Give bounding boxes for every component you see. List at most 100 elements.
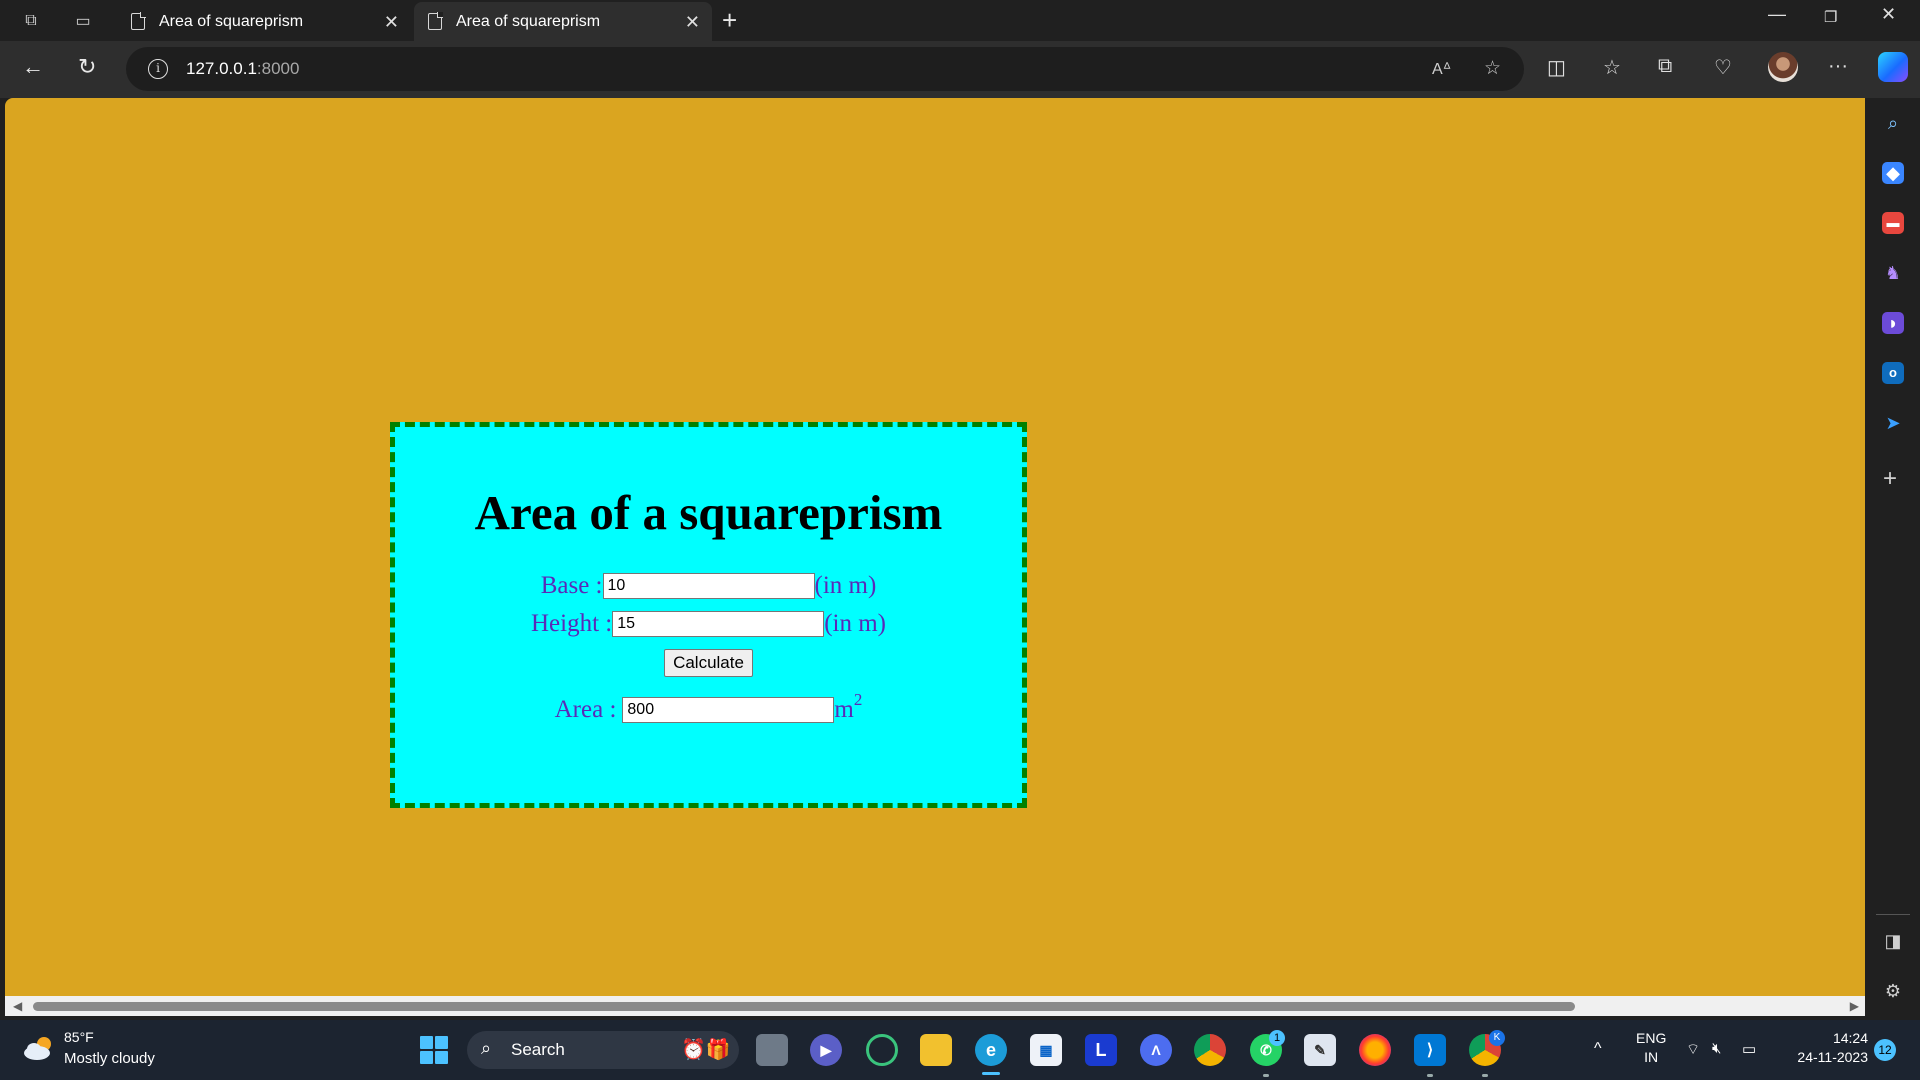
document-editor-icon[interactable]: ✎ — [1304, 1034, 1336, 1066]
favorite-star-icon[interactable]: ☆ — [1484, 57, 1501, 80]
whatsapp-badge: 1 — [1269, 1030, 1285, 1046]
start-windows-icon[interactable] — [420, 1036, 448, 1064]
edge-sidebar: ⌕ ◆ ▬ ♞ ◗ o ➤ + ◨ ⚙ — [1866, 98, 1920, 1016]
scrollbar-thumb[interactable] — [33, 1002, 1575, 1011]
calculate-button[interactable]: Calculate — [664, 649, 753, 677]
whatsapp-running-indicator — [1263, 1074, 1269, 1077]
search-icon[interactable]: ⌕ — [1882, 112, 1904, 134]
browser-title-bar: ⧉ ▭ Area of squareprism ✕ Area of square… — [0, 0, 1920, 41]
battery-icon[interactable]: ▭ — [1742, 1040, 1756, 1058]
wifi-icon[interactable]: ⌔ — [1686, 1040, 1700, 1059]
l-app-icon[interactable]: L — [1085, 1034, 1117, 1066]
search-label: Search — [511, 1040, 565, 1059]
area-unit-exponent: 2 — [853, 690, 863, 709]
tab-2-active[interactable]: Area of squareprism ✕ — [414, 2, 712, 41]
drop-send-icon[interactable]: ➤ — [1882, 412, 1904, 434]
speaker-muted-icon[interactable]: 🔇︎ — [1712, 1040, 1721, 1057]
clock-date: 24-11-2023 — [1797, 1049, 1868, 1065]
notification-count-badge[interactable]: 12 — [1874, 1039, 1896, 1061]
edge-active-indicator — [982, 1072, 1000, 1075]
vscode-running-indicator — [1427, 1074, 1433, 1077]
sidebar-divider — [1876, 914, 1910, 915]
games-chess-icon[interactable]: ♞ — [1882, 262, 1904, 284]
height-unit: (in m) — [824, 610, 887, 637]
arc-app-icon[interactable]: Λ — [1140, 1034, 1172, 1066]
search-icon: ⌕ — [481, 1038, 492, 1058]
split-screen-icon[interactable]: ◫ — [1547, 55, 1566, 80]
language-region: IN — [1644, 1049, 1659, 1065]
base-unit: (in m) — [814, 572, 877, 599]
height-label: Height : — [530, 610, 613, 637]
tab-title: Area of squareprism — [159, 12, 304, 30]
minimize-icon[interactable]: — — [1768, 4, 1786, 25]
show-hidden-icons-chevron-icon[interactable]: ^ — [1594, 1040, 1602, 1058]
chrome-running-indicator — [1482, 1074, 1488, 1077]
scroll-left-icon[interactable]: ◀ — [13, 999, 22, 1013]
sidebar-settings-gear-icon[interactable]: ⚙ — [1882, 980, 1904, 1002]
weather-description[interactable]: Mostly cloudy — [64, 1050, 155, 1067]
task-view-icon[interactable] — [756, 1034, 788, 1066]
browser-essentials-icon[interactable]: ♡ — [1714, 55, 1732, 80]
teams-chat-icon[interactable]: ▶ — [810, 1034, 842, 1066]
profile-avatar[interactable] — [1768, 52, 1798, 82]
tab-title: Area of squareprism — [456, 12, 601, 30]
loader-app-icon[interactable] — [866, 1034, 898, 1066]
page-heading: Area of a squareprism — [474, 485, 943, 540]
restore-icon[interactable]: ❐ — [1824, 8, 1837, 26]
windows-taskbar: 85°F Mostly cloudy ⌕ Search ⏰🎁 ▶ e ▦ L Λ… — [0, 1020, 1920, 1080]
shopping-tag-icon[interactable]: ◆ — [1882, 162, 1904, 184]
tab-1[interactable]: Area of squareprism ✕ — [117, 2, 411, 41]
firefox-icon[interactable] — [1359, 1034, 1391, 1066]
area-row: Area : m2 — [395, 690, 1022, 729]
url-text[interactable]: 127.0.0.1:8000 — [186, 59, 299, 79]
language-indicator[interactable]: ENG IN — [1636, 1029, 1666, 1067]
refresh-icon[interactable]: ↻ — [78, 54, 96, 80]
hide-sidebar-icon[interactable]: ◨ — [1882, 930, 1904, 952]
close-tab-icon[interactable]: ✕ — [384, 12, 399, 33]
address-bar[interactable]: i 127.0.0.1:8000 Aᐞ ☆ — [126, 47, 1524, 91]
page-icon — [428, 12, 443, 30]
weather-temperature[interactable]: 85°F — [64, 1029, 94, 1045]
more-options-icon[interactable]: ··· — [1828, 55, 1848, 78]
area-label: Area : — [554, 696, 617, 723]
search-highlight-icon: ⏰🎁 — [681, 1039, 731, 1061]
read-aloud-icon[interactable]: Aᐞ — [1432, 59, 1451, 79]
calculate-row: Calculate — [395, 649, 1022, 677]
add-sidebar-app-icon[interactable]: + — [1883, 465, 1897, 493]
system-clock[interactable]: 14:24 24-11-2023 — [1788, 1029, 1868, 1067]
outlook-icon[interactable]: o — [1882, 362, 1904, 384]
base-input[interactable] — [602, 573, 815, 599]
page-viewport: Area of a squareprism Base : (in m) Heig… — [5, 98, 1865, 1016]
new-tab-button[interactable]: + — [722, 5, 737, 36]
calculator-card: Area of a squareprism Base : (in m) Heig… — [390, 422, 1027, 808]
chrome-profile-badge: K — [1489, 1030, 1505, 1046]
back-arrow-icon[interactable]: ← — [22, 54, 44, 80]
file-explorer-folder-icon[interactable] — [920, 1034, 952, 1066]
horizontal-scrollbar[interactable]: ◀ ▶ — [5, 996, 1865, 1016]
language-code: ENG — [1636, 1030, 1667, 1046]
microsoft-edge-icon[interactable]: e — [975, 1034, 1007, 1066]
taskbar-search-box[interactable]: ⌕ Search ⏰🎁 — [467, 1031, 739, 1069]
workspaces-icon[interactable]: ⧉ — [18, 8, 44, 34]
microsoft-store-icon[interactable]: ▦ — [1030, 1034, 1062, 1066]
vertical-tabs-icon[interactable]: ▭ — [70, 8, 96, 34]
base-label: Base : — [540, 572, 603, 599]
scroll-right-icon[interactable]: ▶ — [1850, 999, 1859, 1013]
close-window-icon[interactable]: ✕ — [1881, 4, 1896, 25]
page-icon — [131, 12, 146, 30]
favorites-icon[interactable]: ☆ — [1603, 55, 1621, 80]
close-tab-icon[interactable]: ✕ — [685, 12, 700, 33]
area-output[interactable] — [622, 697, 835, 723]
tools-toolbox-icon[interactable]: ▬ — [1882, 212, 1904, 234]
chrome-icon[interactable] — [1194, 1034, 1226, 1066]
site-info-icon[interactable]: i — [148, 59, 168, 79]
vscode-icon[interactable]: ⟩ — [1414, 1034, 1446, 1066]
weather-cloud-icon[interactable] — [22, 1034, 56, 1062]
area-unit: m2 — [834, 690, 863, 723]
height-row: Height : (in m) — [395, 605, 1022, 643]
microsoft-365-icon[interactable]: ◗ — [1882, 312, 1904, 334]
navigation-bar: ← ↻ i 127.0.0.1:8000 Aᐞ ☆ ◫ ☆ ⧉ ♡ ··· — [0, 41, 1920, 98]
collections-icon[interactable]: ⧉ — [1658, 55, 1672, 78]
copilot-icon[interactable] — [1878, 52, 1908, 82]
height-input[interactable] — [612, 611, 825, 637]
